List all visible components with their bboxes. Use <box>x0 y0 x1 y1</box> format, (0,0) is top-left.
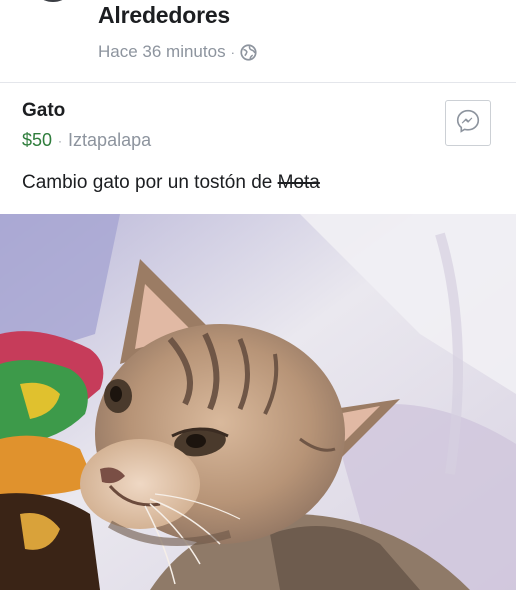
group-name[interactable]: Alrededores <box>98 2 230 29</box>
message-seller-button[interactable] <box>445 100 491 146</box>
price-separator: · <box>58 133 63 148</box>
listing-price: $50 <box>22 130 53 150</box>
meta-separator: · <box>230 44 235 60</box>
description-text: Cambio gato por un tostón de <box>22 172 278 193</box>
group-avatar[interactable] <box>30 0 76 2</box>
listing-location: Iztapalapa <box>68 130 152 150</box>
description-struck-word: Mota <box>277 172 320 193</box>
header-divider <box>0 82 516 83</box>
post-meta: Hace 36 minutos · <box>98 42 257 62</box>
listing-description: Cambio gato por un tostón de Mota <box>22 172 320 194</box>
post-timestamp[interactable]: Hace 36 minutos <box>98 42 226 62</box>
listing-price-row: $50 · Iztapalapa <box>22 130 151 151</box>
marketplace-post: Alrededores Hace 36 minutos · Gato $50 ·… <box>0 0 516 590</box>
listing-title[interactable]: Gato <box>22 100 65 122</box>
messenger-icon <box>455 108 481 139</box>
cat-photo[interactable] <box>0 214 516 590</box>
globe-icon <box>240 43 257 61</box>
